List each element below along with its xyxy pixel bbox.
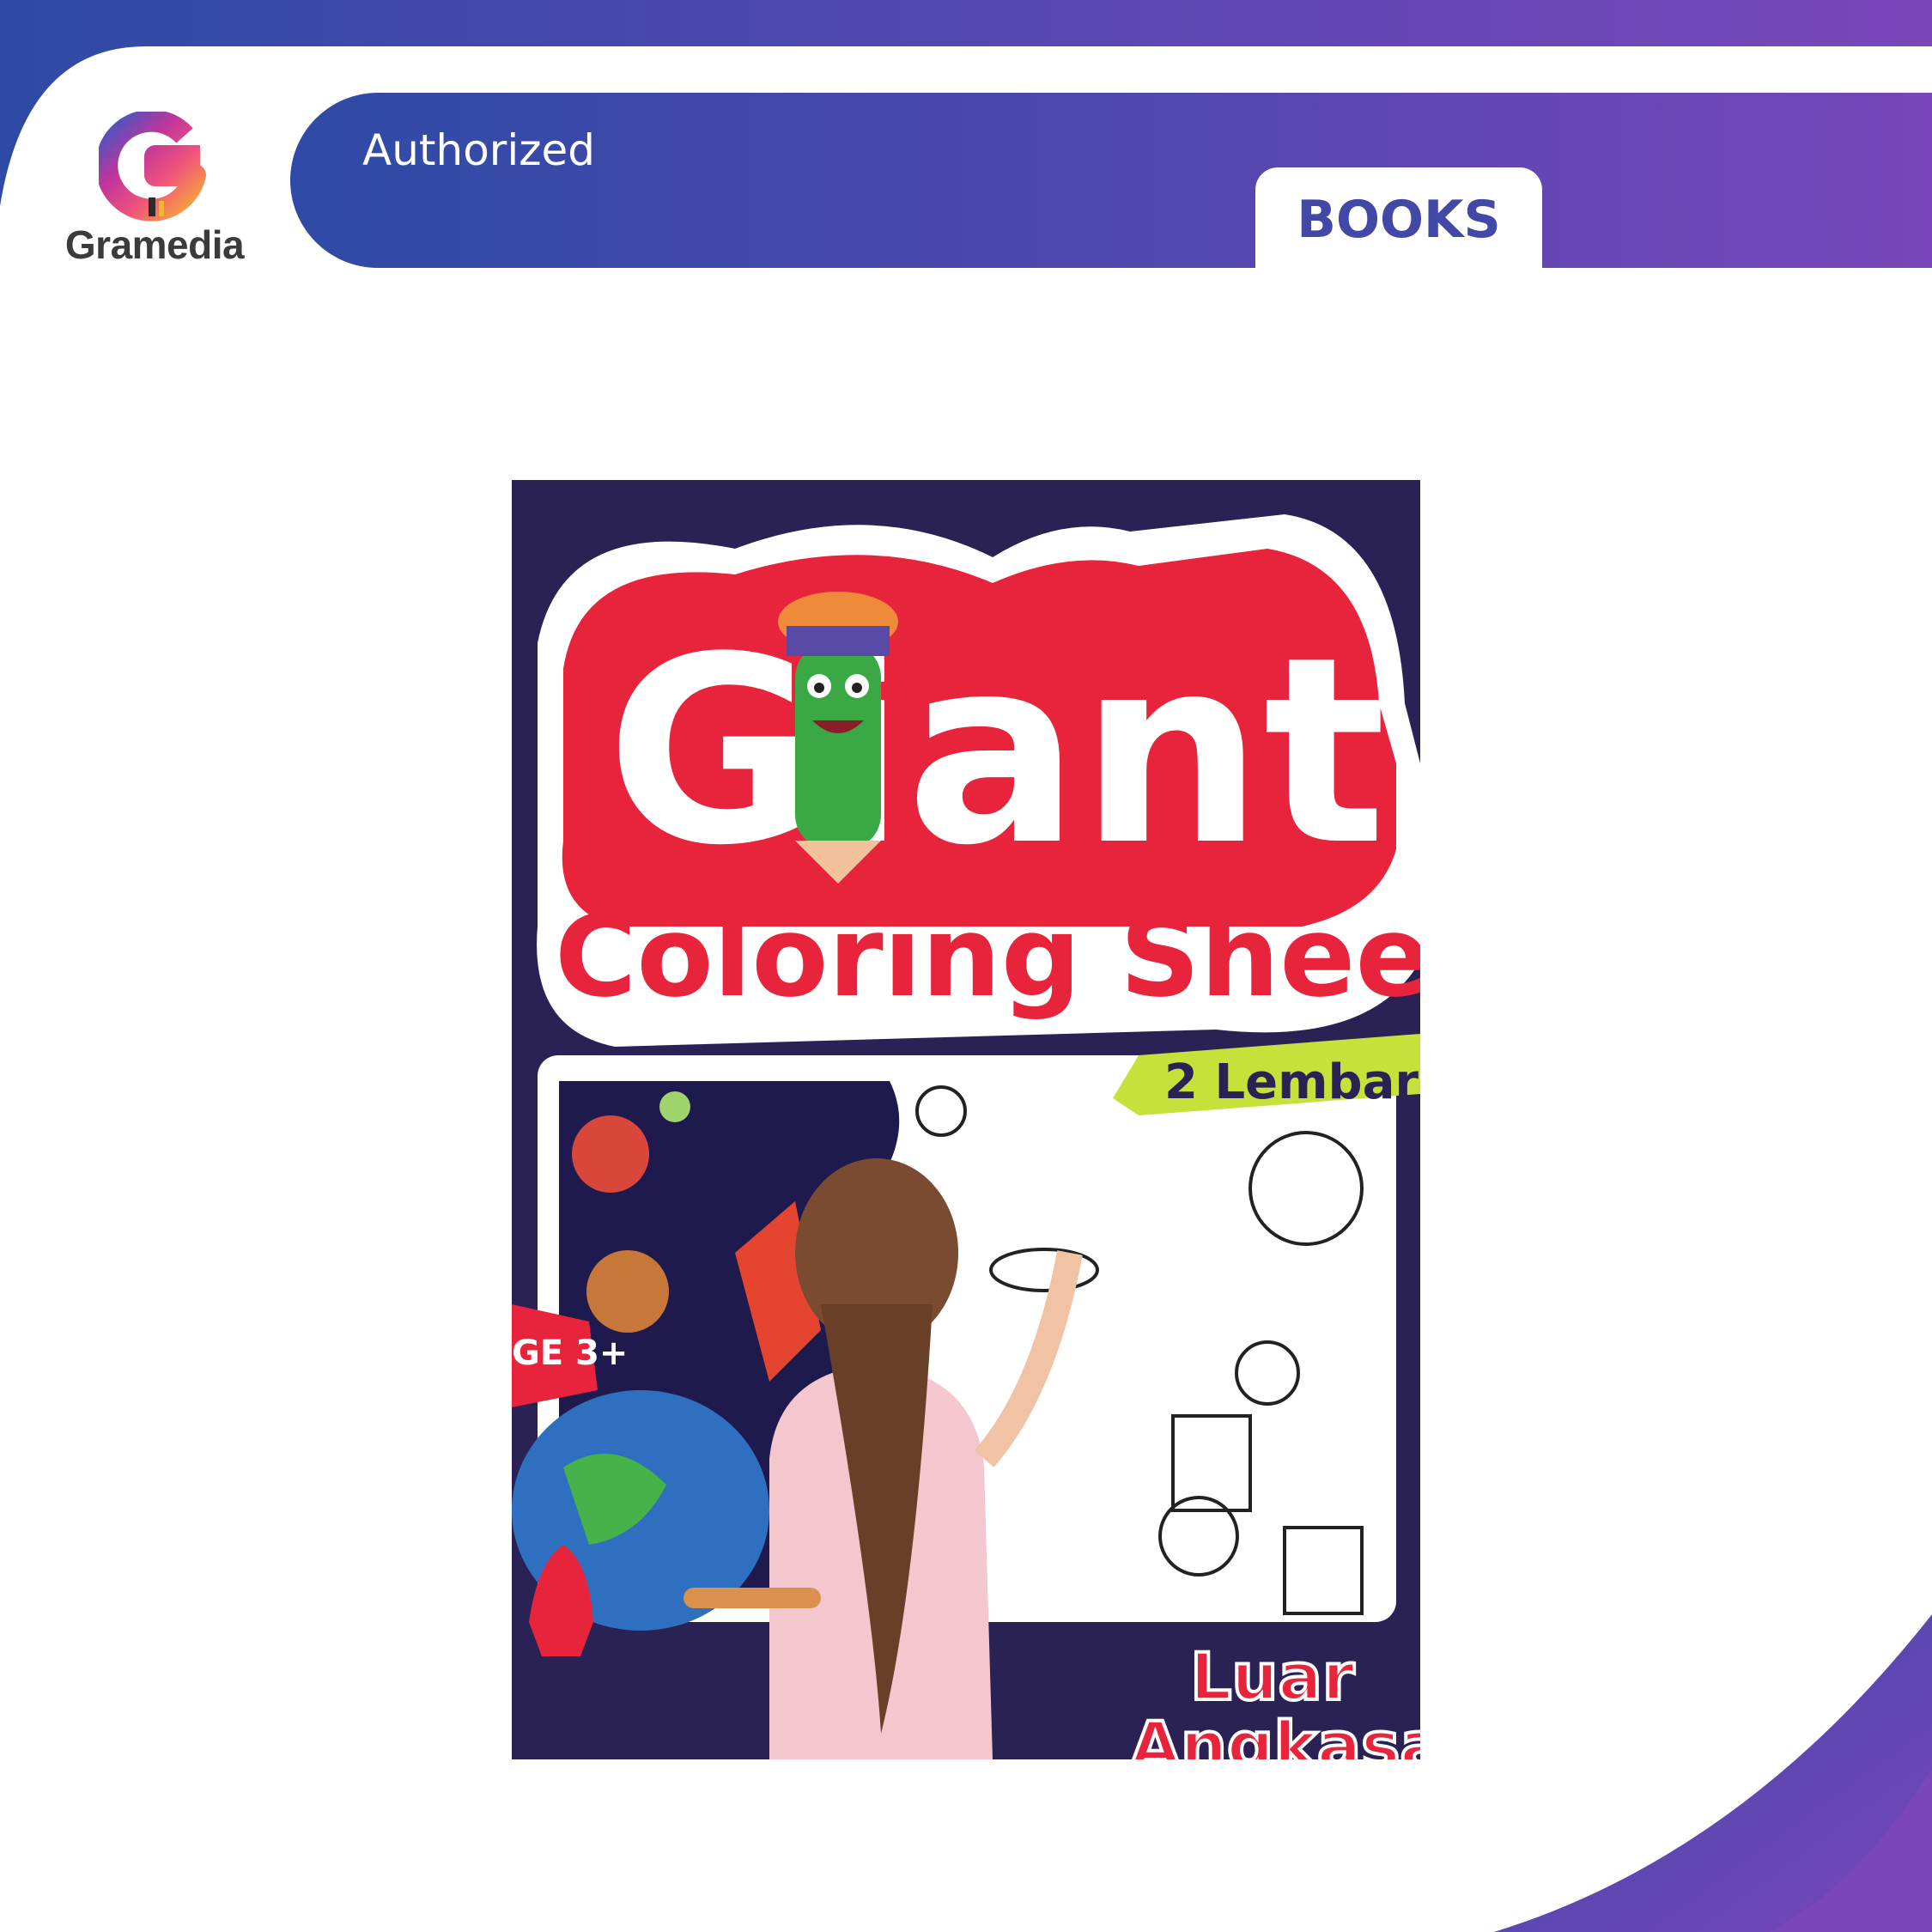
cover-artwork: Giant Coloring Sheet 2 Lembar GE 3+ Luar… [512,514,1420,1759]
lembar-badge: 2 Lembar [1113,1034,1420,1115]
cover-subtitle-line2: Angkasa [1130,1707,1420,1759]
books-tab-label: BOOKS [1297,190,1501,250]
header-banner [290,93,1932,268]
planet-green [659,1091,690,1122]
gramedia-g-logo-icon [99,112,206,222]
cover-subtitle-line1: Luar [1190,1638,1355,1715]
cover-title-sub: Coloring Sheet [555,891,1420,1022]
planet-orange [586,1250,669,1333]
planet-red [572,1115,649,1193]
age-badge-text: GE 3+ [512,1334,628,1373]
lembar-badge-text: 2 Lembar [1164,1054,1419,1110]
book-cover-image: Giant Coloring Sheet 2 Lembar GE 3+ Luar… [512,480,1420,1759]
authorized-label: Authorized [362,125,595,175]
brand-logo-block[interactable]: Gramedia [52,103,258,275]
brand-name: Gramedia [64,222,245,267]
cover-title-main: Giant [606,602,1387,902]
books-category-tab[interactable]: BOOKS [1255,167,1542,270]
